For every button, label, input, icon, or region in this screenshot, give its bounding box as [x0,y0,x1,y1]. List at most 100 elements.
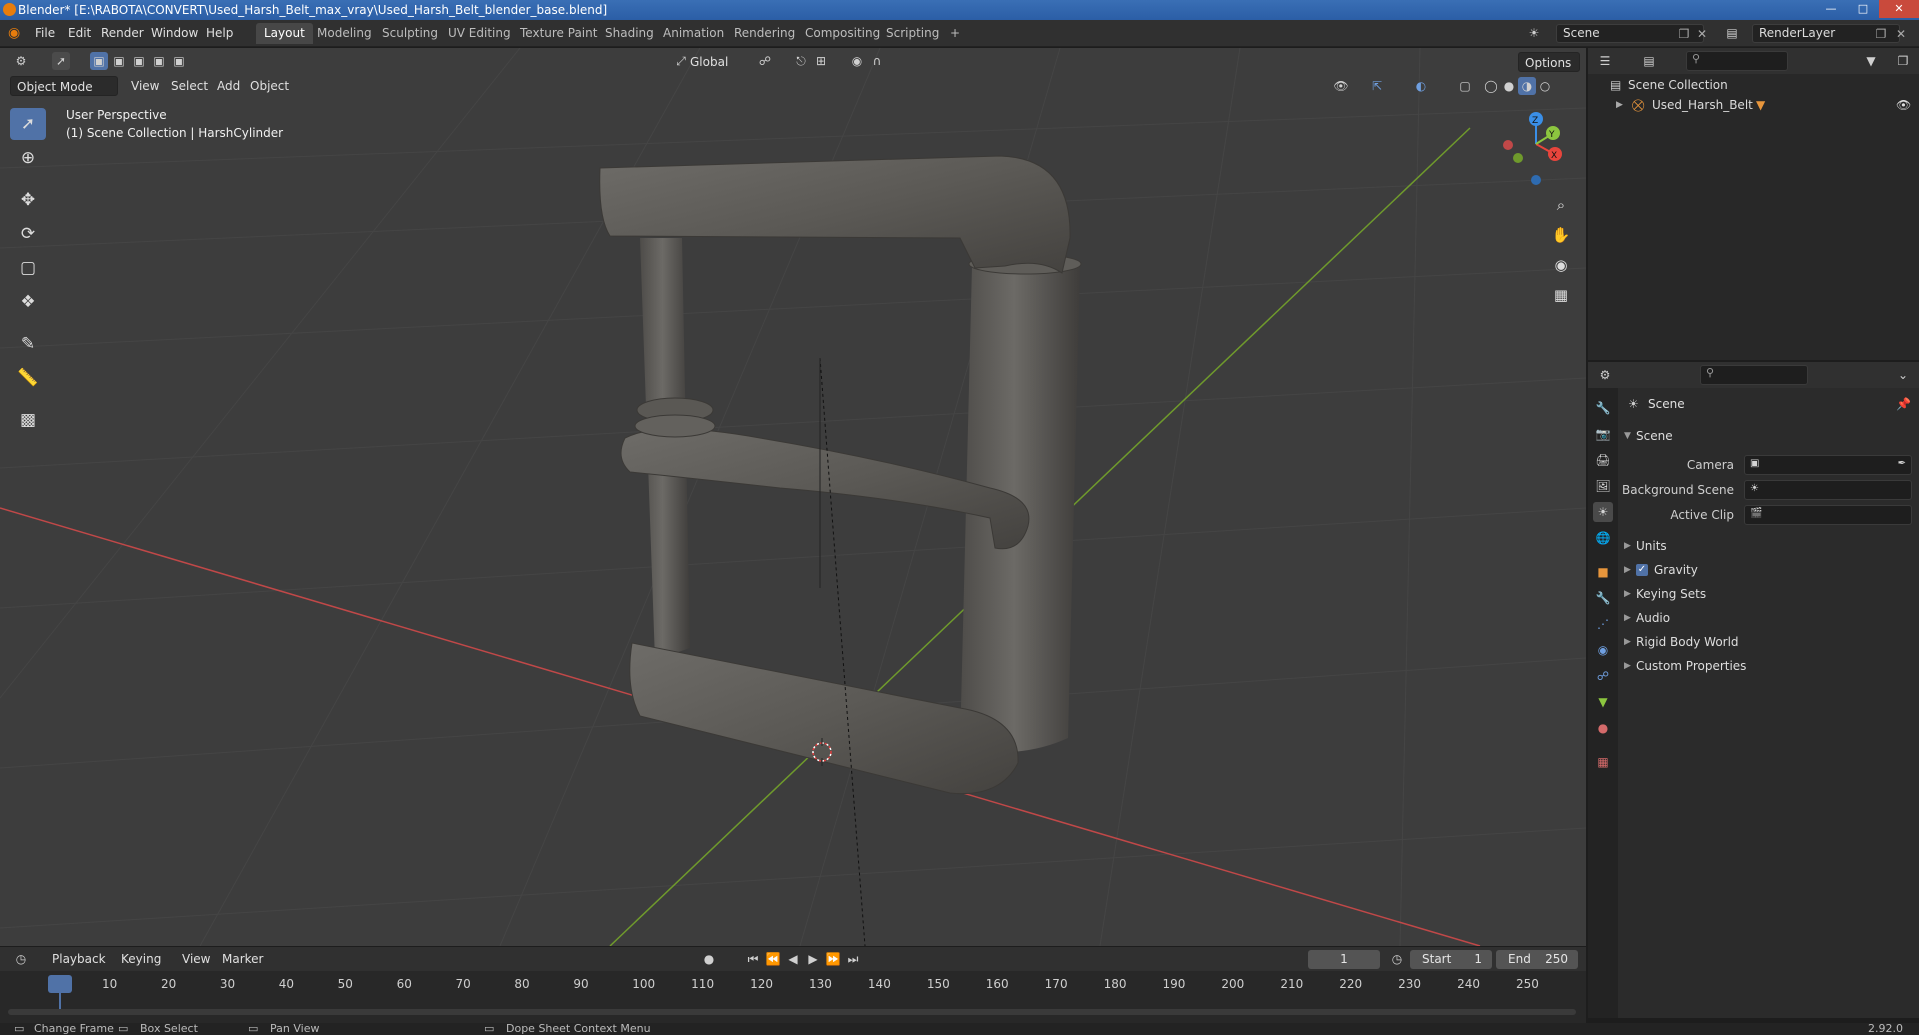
transform-orientation-dropdown[interactable]: Global [690,52,748,72]
tab-modeling[interactable]: Modeling [309,23,380,44]
rotate-tool-icon[interactable]: ⟳ [10,218,46,250]
texture-tab-icon[interactable]: ▦ [1593,752,1613,772]
annotate-tool-icon[interactable]: ✎ [10,328,46,360]
shading-solid-icon[interactable]: ● [1500,77,1518,95]
selection-mode-new-icon[interactable]: ▣ [90,52,108,70]
filter-icon[interactable]: ▼ [1862,52,1880,70]
view-layer-icon[interactable]: ▤ [1723,24,1741,42]
particles-tab-icon[interactable]: ⋰ [1593,614,1613,634]
panel-scene[interactable]: ▼ Scene [1618,424,1919,448]
panel-units[interactable]: ▶ Units [1618,534,1919,558]
outliner-row-used-harsh-belt[interactable]: ▶ ⛒ Used_Harsh_Belt ▼ 👁 [1588,95,1919,115]
tab-texture-paint[interactable]: Texture Paint [512,23,605,44]
play-reverse-icon[interactable]: ◀ [784,950,802,968]
timeline-menu-view[interactable]: View [182,949,210,969]
gizmo-neg-y-icon[interactable] [1513,153,1523,163]
snap-icon[interactable]: ⎋ [792,52,810,70]
current-frame-field[interactable]: 1 [1308,950,1380,969]
tab-shading[interactable]: Shading [597,23,662,44]
properties-editor-type-icon[interactable]: ⚙ [1596,366,1614,384]
gizmo-toggle-icon[interactable]: ⇱ [1368,77,1386,95]
properties-options-icon[interactable]: ⌄ [1894,366,1912,384]
auto-keying-icon[interactable]: ● [700,950,718,968]
play-icon[interactable]: ▶ [804,950,822,968]
material-tab-icon[interactable]: ● [1593,718,1613,738]
move-tool-icon[interactable]: ✥ [10,184,46,216]
selection-mode-intersect-icon[interactable]: ▣ [170,52,188,70]
tool-tab-icon[interactable]: 🔧 [1593,398,1613,418]
cursor-tool-icon[interactable]: ⊕ [10,142,46,174]
panel-gravity[interactable]: ▶ ✓ Gravity [1618,558,1919,582]
start-frame-field[interactable]: Start 1 [1410,950,1492,969]
proportional-edit-icon[interactable]: ◉ [848,52,866,70]
add-cube-tool-icon[interactable]: ▩ [10,404,46,436]
timeline-menu-playback[interactable]: Playback [52,949,106,969]
menu-window[interactable]: Window [151,26,198,40]
outliner-editor-type-icon[interactable]: ☰ [1596,52,1614,70]
scene-selector-icon[interactable]: ☀ [1525,24,1543,42]
panel-custom-properties[interactable]: ▶ Custom Properties [1618,654,1919,678]
3d-viewport[interactable] [0,48,1586,946]
select-box-tool-icon[interactable]: ➚ [10,108,46,140]
menu-help[interactable]: Help [206,26,233,40]
background-scene-field[interactable]: ☀ [1744,480,1912,500]
new-collection-icon[interactable]: ❐ [1894,52,1912,70]
preview-range-icon[interactable]: ◷ [1388,950,1406,968]
options-dropdown[interactable]: Options [1518,52,1580,72]
timeline-editor-type-icon[interactable]: ◷ [12,950,30,968]
physics-tab-icon[interactable]: ◉ [1593,640,1613,660]
outliner-search-input[interactable]: ⚲ [1686,51,1788,71]
select-tool-icon[interactable]: ➚ [52,52,70,70]
world-tab-icon[interactable]: 🌐 [1593,528,1613,548]
jump-start-icon[interactable]: ⏮ [744,950,762,968]
viewport-menu-select[interactable]: Select [171,76,208,96]
tab-scripting[interactable]: Scripting [878,23,947,44]
tab-uv-editing[interactable]: UV Editing [440,23,519,44]
shading-wireframe-icon[interactable]: ◯ [1482,77,1500,95]
tab-animation[interactable]: Animation [655,23,732,44]
camera-view-icon[interactable]: ◉ [1548,252,1574,278]
falloff-icon[interactable]: ∩ [868,52,886,70]
delete-view-layer-icon[interactable]: ✕ [1892,25,1910,43]
timeline-menu-marker[interactable]: Marker [222,949,263,969]
tab-compositing[interactable]: Compositing [797,23,888,44]
close-icon[interactable]: ✕ [1879,0,1919,18]
belt-buckle-model[interactable] [599,155,1082,795]
jump-end-icon[interactable]: ⏭ [844,950,862,968]
viewport-menu-add[interactable]: Add [217,76,240,96]
viewport-menu-object[interactable]: Object [250,76,289,96]
tab-layout[interactable]: Layout [256,23,313,44]
delete-scene-icon[interactable]: ✕ [1693,25,1711,43]
gizmo-neg-z-icon[interactable] [1531,175,1541,185]
new-scene-icon[interactable]: ❐ [1675,25,1693,43]
constraints-tab-icon[interactable]: ☍ [1593,666,1613,686]
navigation-gizmo[interactable]: Z X Y [1496,108,1576,188]
panel-keying-sets[interactable]: ▶ Keying Sets [1618,582,1919,606]
gravity-checkbox[interactable]: ✓ [1636,564,1648,576]
visibility-eye-icon[interactable]: 👁 [1896,95,1911,115]
tab-rendering[interactable]: Rendering [726,23,803,44]
object-mode-dropdown[interactable]: Object Mode [10,76,118,96]
add-workspace-icon[interactable]: + [942,23,968,44]
pin-icon[interactable]: 📌 [1896,397,1911,411]
viewport-menu-view[interactable]: View [131,76,159,96]
jump-prev-keyframe-icon[interactable]: ⏪ [764,950,782,968]
shading-rendered-icon[interactable]: ○ [1536,77,1554,95]
pan-view-icon[interactable]: ✋ [1548,222,1574,248]
gizmo-neg-x-icon[interactable] [1503,140,1513,150]
menu-edit[interactable]: Edit [68,26,91,40]
outliner-row-scene-collection[interactable]: ▤ Scene Collection [1588,75,1919,95]
modifier-tab-icon[interactable]: 🔧 [1593,588,1613,608]
object-tab-icon[interactable]: ■ [1593,562,1613,582]
menu-file[interactable]: File [35,26,55,40]
menu-render[interactable]: Render [101,26,144,40]
data-tab-icon[interactable]: ▼ [1593,692,1613,712]
scene-tab-icon[interactable]: ☀ [1593,502,1613,522]
xray-toggle-icon[interactable]: ▢ [1456,77,1474,95]
blender-logo-icon[interactable]: ◉ [8,26,25,41]
maximize-icon[interactable]: □ [1847,0,1879,18]
playhead[interactable] [48,975,72,993]
selection-mode-invert-icon[interactable]: ▣ [150,52,168,70]
snap-target-icon[interactable]: ⊞ [812,52,830,70]
active-clip-field[interactable]: 🎬 [1744,505,1912,525]
